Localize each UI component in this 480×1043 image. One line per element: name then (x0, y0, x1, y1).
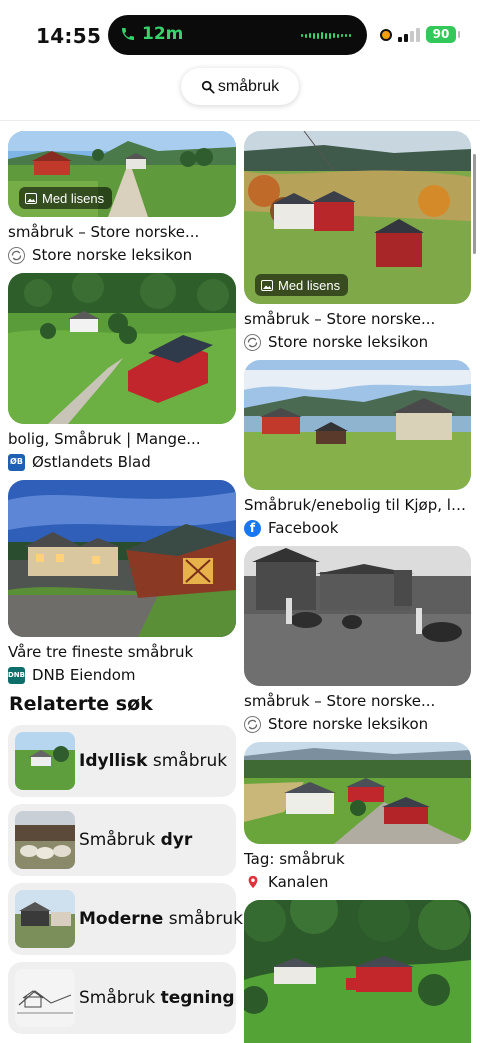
privacy-indicator-icon (380, 28, 392, 41)
license-badge: Med lisens (255, 274, 349, 296)
pin-title[interactable]: bolig, Småbruk | Mange... (8, 430, 236, 448)
related-thumb (15, 969, 75, 1027)
dynamic-island[interactable]: 12m (108, 15, 367, 55)
pin-card[interactable] (244, 900, 471, 1043)
search-icon (201, 80, 215, 94)
pin-image[interactable] (244, 360, 471, 490)
facebook-icon: f (244, 519, 261, 537)
cellular-signal-icon (398, 27, 420, 42)
search-bar[interactable]: småbruk (181, 68, 299, 105)
pin-source[interactable]: ØB Østlandets Blad (8, 453, 236, 471)
clock: 14:55 (36, 24, 102, 48)
status-bar: 14:55 12m 90 (0, 0, 480, 62)
license-badge: Med lisens (19, 187, 113, 209)
search-query: småbruk (217, 77, 280, 95)
pin-card[interactable]: Småbruk/enebolig til Kjøp, leie... f Fac… (244, 360, 471, 537)
pin-image[interactable] (8, 480, 236, 637)
related-search-label: Idyllisk småbruk (79, 751, 228, 771)
related-search-label: Moderne småbruk (79, 909, 243, 929)
related-search-item[interactable]: Småbruk tegning (8, 962, 236, 1034)
pin-source[interactable]: f Facebook (244, 519, 471, 537)
dnb-logo-icon: DNB (8, 666, 25, 684)
related-search-label: Småbruk dyr (79, 830, 193, 850)
pin-source[interactable]: Store norske leksikon (244, 715, 471, 733)
snl-icon (8, 246, 25, 264)
pin-card[interactable]: Tag: småbruk Kanalen (244, 742, 471, 891)
pin-title[interactable]: småbruk – Store norske... (244, 692, 471, 710)
snl-icon (244, 715, 261, 733)
pin-card[interactable]: Med lisens småbruk – Store norske... Sto… (244, 131, 471, 351)
related-thumb (15, 811, 75, 869)
battery-icon: 90 (426, 26, 460, 43)
pin-card[interactable]: småbruk – Store norske... Store norske l… (244, 546, 471, 733)
pin-image[interactable]: Med lisens (8, 131, 236, 217)
related-thumb (15, 732, 75, 790)
pin-source[interactable]: Store norske leksikon (8, 246, 236, 264)
scrollbar[interactable] (473, 154, 476, 254)
related-search-item[interactable]: Moderne småbruk (8, 883, 243, 955)
phone-icon (122, 28, 134, 40)
image-icon (261, 279, 273, 291)
snl-icon (244, 333, 261, 351)
related-searches-heading: Relaterte søk (9, 693, 153, 715)
related-thumb (15, 890, 75, 948)
pin-title[interactable]: Våre tre fineste småbruk (8, 643, 236, 661)
pin-card[interactable]: bolig, Småbruk | Mange... ØB Østlandets … (8, 273, 236, 471)
image-icon (25, 192, 37, 204)
pin-title[interactable]: småbruk – Store norske... (244, 310, 471, 328)
pin-source[interactable]: Kanalen (244, 873, 471, 891)
pin-title[interactable]: Tag: småbruk (244, 850, 471, 868)
active-call-indicator[interactable]: 12m (120, 24, 183, 44)
header-divider (0, 120, 480, 121)
pin-card[interactable]: Våre tre fineste småbruk DNB DNB Eiendom (8, 480, 236, 684)
pin-card[interactable]: Med lisens småbruk – Store norske... Sto… (8, 131, 236, 264)
pin-image[interactable] (244, 900, 471, 1043)
pin-source[interactable]: Store norske leksikon (244, 333, 471, 351)
kanalen-icon (244, 873, 261, 891)
pin-title[interactable]: småbruk – Store norske... (8, 223, 236, 241)
related-search-label: Småbruk tegning (79, 988, 235, 1008)
pin-image[interactable] (244, 742, 471, 844)
pin-title[interactable]: Småbruk/enebolig til Kjøp, leie... (244, 496, 471, 514)
call-duration: 12m (142, 24, 184, 44)
pin-image[interactable]: Med lisens (244, 131, 471, 304)
audio-waveform-icon (301, 32, 351, 39)
pin-image[interactable] (244, 546, 471, 686)
related-search-item[interactable]: Småbruk dyr (8, 804, 236, 876)
related-search-item[interactable]: Idyllisk småbruk (8, 725, 236, 797)
pin-source[interactable]: DNB DNB Eiendom (8, 666, 236, 684)
pin-image[interactable] (8, 273, 236, 424)
ob-logo-icon: ØB (8, 453, 25, 471)
